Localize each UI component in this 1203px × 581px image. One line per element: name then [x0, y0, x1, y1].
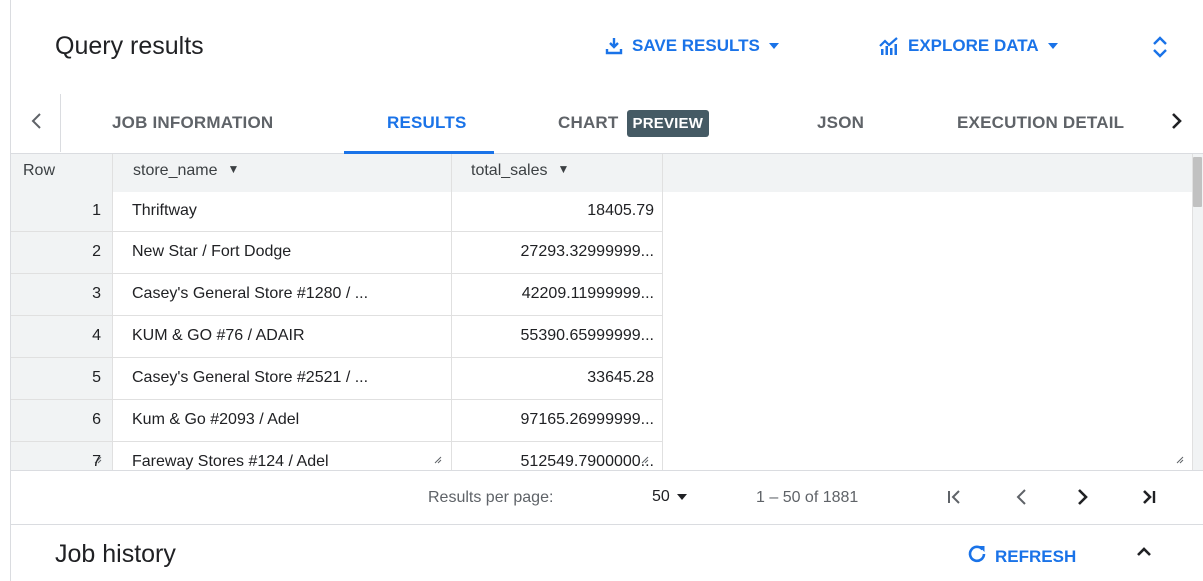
previous-page-button[interactable] [1007, 485, 1035, 513]
tab-label: JSON [817, 113, 865, 132]
table-row[interactable]: 7 Fareway Stores #124 / Adel 512549.7900… [11, 442, 662, 470]
caret-down-icon [676, 488, 688, 506]
first-page-icon [945, 488, 963, 511]
table-row[interactable]: 5 Casey's General Store #2521 / ... 3364… [11, 358, 662, 400]
tab-execution-details[interactable]: EXECUTION DETAIL [957, 94, 1151, 152]
table-row[interactable]: 4 KUM & GO #76 / ADAIR 55390.65999999... [11, 316, 662, 358]
column-resize-icon[interactable] [1176, 456, 1184, 464]
tab-results[interactable]: RESULTS [344, 94, 495, 154]
tab-label: CHART [558, 113, 619, 132]
refresh-label: REFRESH [995, 546, 1077, 566]
column-divider [662, 154, 663, 470]
save-results-button[interactable]: SAVE RESULTS [604, 36, 780, 56]
chevron-right-icon [1076, 488, 1090, 511]
expand-panel-icon[interactable] [1150, 34, 1170, 65]
tabs-scroll-left-button[interactable] [11, 94, 61, 152]
table-row[interactable]: 1 Thriftway 18405.79 [11, 192, 662, 232]
next-page-button[interactable] [1069, 485, 1097, 513]
tab-label: EXECUTION DETAIL [957, 113, 1125, 132]
chevron-up-icon [1134, 547, 1154, 566]
last-page-button[interactable] [1135, 485, 1163, 513]
results-tabs: JOB INFORMATION RESULTS CHART PREVIEW JS… [11, 94, 1203, 154]
tab-chart[interactable]: CHART PREVIEW [558, 94, 710, 152]
save-results-label: SAVE RESULTS [632, 36, 760, 55]
job-history-section: Job history REFRESH [0, 526, 1203, 581]
refresh-button[interactable]: REFRESH [967, 544, 1076, 569]
caret-down-icon [1047, 42, 1059, 50]
table-row[interactable]: 6 Kum & Go #2093 / Adel 97165.26999999..… [11, 400, 662, 442]
refresh-icon [967, 544, 987, 569]
page-title: Query results [55, 32, 204, 60]
sort-caret-icon[interactable]: ▼ [228, 162, 240, 176]
pagination-range: 1 – 50 of 1881 [756, 489, 859, 506]
column-header-row: Row [23, 162, 56, 179]
results-table: Row store_name ▼ total_sales ▼ 1 Thriftw… [11, 154, 1192, 470]
column-header-total-sales[interactable]: total_sales ▼ [471, 154, 661, 192]
explore-data-button[interactable]: EXPLORE DATA [878, 36, 1059, 56]
tab-job-information[interactable]: JOB INFORMATION [112, 94, 273, 152]
caret-down-icon [768, 42, 780, 50]
pagination-bar: Results per page: 50 1 – 50 of 1881 [11, 470, 1203, 525]
tab-label: RESULTS [387, 113, 467, 132]
collapse-panel-button[interactable] [1134, 542, 1154, 567]
scrollbar-thumb[interactable] [1193, 157, 1202, 207]
table-row[interactable]: 3 Casey's General Store #1280 / ... 4220… [11, 274, 662, 316]
tab-json[interactable]: JSON [817, 94, 864, 152]
query-results-header: Query results SAVE RESULTS EXPLORE DATA [0, 0, 1203, 94]
explore-chart-icon [878, 36, 900, 56]
explore-data-label: EXPLORE DATA [908, 36, 1039, 55]
sort-caret-icon[interactable]: ▼ [558, 162, 570, 176]
results-per-page-select[interactable]: 50 [652, 488, 688, 506]
column-header-store-name[interactable]: store_name ▼ [133, 154, 453, 192]
job-history-title: Job history [55, 540, 176, 568]
chevron-left-icon [1014, 488, 1028, 511]
chevron-right-icon [1171, 112, 1183, 135]
chevron-left-icon [30, 112, 42, 135]
preview-badge: PREVIEW [626, 109, 710, 137]
tab-label: JOB INFORMATION [112, 113, 274, 132]
table-row[interactable]: 2 New Star / Fort Dodge 27293.32999999..… [11, 232, 662, 274]
tabs-scroll-right-button[interactable] [1151, 94, 1203, 152]
results-per-page-label: Results per page: [428, 489, 554, 506]
first-page-button[interactable] [940, 485, 968, 513]
download-icon [604, 36, 624, 56]
last-page-icon [1140, 488, 1158, 511]
